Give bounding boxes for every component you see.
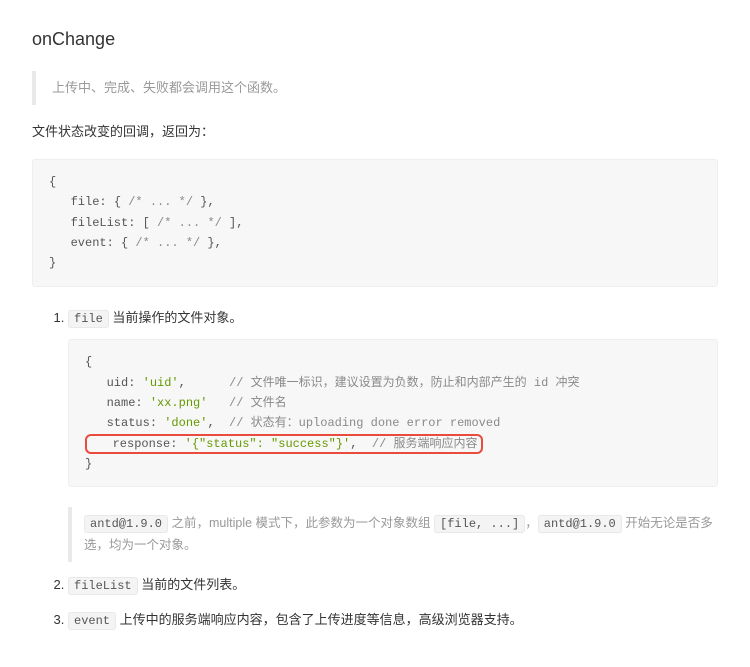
code-text: name (85, 396, 135, 410)
code-text: }, (200, 236, 222, 250)
code-text: file (49, 195, 99, 209)
code-text: ], (222, 216, 244, 230)
intro-blockquote: 上传中、完成、失败都会调用这个函数。 (32, 71, 718, 105)
section-heading: onChange (32, 24, 718, 55)
code-comment: // 文件名 (229, 396, 287, 410)
code-text: , (207, 416, 229, 430)
list-item-desc: 上传中的服务端响应内容，包含了上传进度等信息，高级浏览器支持。 (116, 612, 523, 627)
inline-code-file: file (68, 310, 109, 328)
code-text: : { (99, 195, 128, 209)
inline-code-filelist: fileList (68, 577, 138, 595)
code-string: 'uid' (143, 376, 179, 390)
code-text: : (150, 416, 164, 430)
inline-code-version: antd@1.9.0 (538, 515, 622, 533)
code-comment: /* ... */ (157, 216, 222, 230)
code-text: } (85, 457, 92, 471)
code-text: : (170, 437, 184, 451)
code-string: 'xx.png' (150, 396, 208, 410)
note-text: 之前，multiple 模式下，此参数为一个对象数组 (168, 516, 434, 530)
code-comment: // 文件唯一标识，建议设置为负数，防止和内部产生的 id 冲突 (229, 376, 579, 390)
code-text: : { (107, 236, 136, 250)
code-text: , (179, 376, 229, 390)
intro-paragraph: 文件状态改变的回调，返回为： (32, 121, 718, 143)
code-text: , (350, 437, 372, 451)
code-text: : (135, 396, 149, 410)
code-string: 'done' (164, 416, 207, 430)
code-text: { (85, 355, 92, 369)
code-string: '{"status": "success"}' (185, 437, 351, 451)
code-comment: /* ... */ (128, 195, 193, 209)
code-text: } (49, 256, 56, 270)
code-text: response (91, 437, 170, 451)
list-item-desc: 当前的文件列表。 (138, 577, 246, 592)
list-item: event 上传中的服务端响应内容，包含了上传进度等信息，高级浏览器支持。 (68, 609, 718, 631)
list-item: fileList 当前的文件列表。 (68, 574, 718, 596)
code-comment: // 服务端响应内容 (372, 437, 478, 451)
version-note-blockquote: antd@1.9.0 之前，multiple 模式下，此参数为一个对象数组 [f… (68, 507, 718, 562)
code-text: fileList (49, 216, 128, 230)
highlighted-line: response: '{"status": "success"}', // 服务… (85, 434, 483, 454)
note-text: ， (525, 516, 538, 530)
ordered-list: file 当前操作的文件对象。 { uid: 'uid', // 文件唯一标识，… (32, 307, 718, 631)
code-text: { (49, 175, 56, 189)
code-text (207, 396, 229, 410)
code-text: }, (193, 195, 215, 209)
inline-code-version: antd@1.9.0 (84, 515, 168, 533)
inline-code-event: event (68, 612, 116, 630)
code-text: status (85, 416, 150, 430)
list-item-desc: 当前操作的文件对象。 (109, 310, 243, 325)
code-block-file-object: { uid: 'uid', // 文件唯一标识，建议设置为负数，防止和内部产生的… (68, 339, 718, 487)
code-comment: // 状态有：uploading done error removed (229, 416, 500, 430)
code-text: : [ (128, 216, 157, 230)
code-block-signature: { file: { /* ... */ }, fileList: [ /* ..… (32, 159, 718, 287)
code-text: event (49, 236, 107, 250)
code-comment: /* ... */ (135, 236, 200, 250)
list-item: file 当前操作的文件对象。 { uid: 'uid', // 文件唯一标识，… (68, 307, 718, 562)
inline-code-array: [file, ...] (434, 515, 525, 533)
code-text: : (128, 376, 142, 390)
code-text: uid (85, 376, 128, 390)
